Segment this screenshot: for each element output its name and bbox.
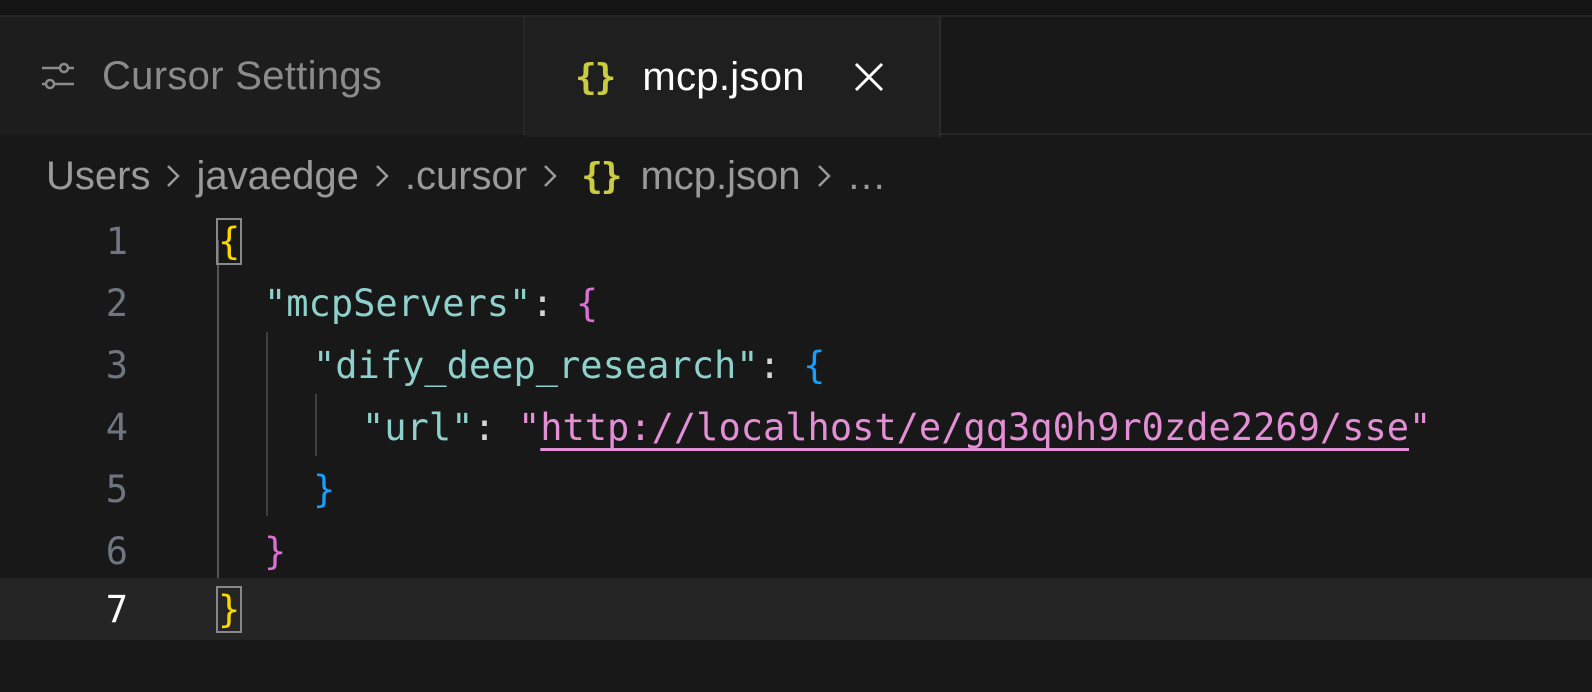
- url-link[interactable]: http://localhost/e/gq3q0h9r0zde2269/sse: [540, 406, 1409, 449]
- json-key: "url": [362, 405, 474, 449]
- close-icon[interactable]: [853, 61, 885, 93]
- close-brace: }: [313, 467, 336, 511]
- code-editor[interactable]: 1 { 2 "mcpServers": { 3 "dify_deep_resea…: [0, 210, 1592, 692]
- code-line: 6 }: [0, 520, 1592, 582]
- line-number: 5: [105, 467, 128, 511]
- open-brace: {: [575, 281, 599, 325]
- line-number: 3: [105, 343, 128, 387]
- tab-bar: Cursor Settings {} mcp.json: [0, 17, 1592, 137]
- tab-label: Cursor Settings: [102, 53, 383, 98]
- window-top-strip: [0, 0, 1592, 17]
- line-number: 4: [105, 405, 128, 449]
- tab-label: mcp.json: [642, 54, 805, 99]
- colon: :: [531, 281, 576, 325]
- root-close-brace: }: [215, 585, 243, 633]
- code-line: 3 "dify_deep_research": {: [0, 334, 1592, 396]
- code-line-current: 7 }: [0, 578, 1592, 640]
- code-line: 5 }: [0, 458, 1592, 520]
- chevron-right-icon: [375, 165, 389, 187]
- chevron-right-icon: [817, 165, 831, 187]
- breadcrumb-item-symbols[interactable]: …: [847, 154, 887, 199]
- breadcrumb-item-users[interactable]: Users: [46, 154, 150, 199]
- colon: :: [473, 405, 518, 449]
- line-number: 7: [105, 587, 128, 631]
- string-quote: ": [1409, 405, 1432, 449]
- string-quote: ": [517, 405, 541, 449]
- root-open-brace: {: [215, 217, 243, 265]
- tab-cursor-settings[interactable]: Cursor Settings: [0, 17, 525, 135]
- sliders-icon: [42, 62, 74, 90]
- json-key: "mcpServers": [264, 281, 532, 325]
- open-brace: {: [803, 343, 826, 387]
- code-line: 1 {: [0, 210, 1592, 272]
- chevron-right-icon: [167, 165, 181, 187]
- json-braces-icon: {}: [581, 155, 622, 197]
- json-braces-icon: {}: [575, 56, 616, 98]
- close-brace: }: [264, 529, 287, 573]
- line-number: 1: [105, 219, 128, 263]
- chevron-right-icon: [544, 165, 557, 187]
- colon: :: [758, 343, 804, 387]
- tab-mcp-json[interactable]: {} mcp.json: [525, 17, 941, 137]
- code-line: 2 "mcpServers": {: [0, 272, 1592, 334]
- line-number: 2: [105, 281, 128, 325]
- json-key: "dify_deep_research": [313, 343, 759, 387]
- code-line: 4 "url": "http://localhost/e/gq3q0h9r0zd…: [0, 396, 1592, 458]
- line-number: 6: [105, 529, 128, 573]
- breadcrumb-item-mcp-json[interactable]: mcp.json: [640, 154, 800, 199]
- breadcrumb-item-cursor[interactable]: .cursor: [405, 154, 527, 199]
- breadcrumb-item-javaedge[interactable]: javaedge: [196, 154, 358, 199]
- breadcrumb: Users javaedge .cursor {} mcp.json …: [46, 148, 887, 204]
